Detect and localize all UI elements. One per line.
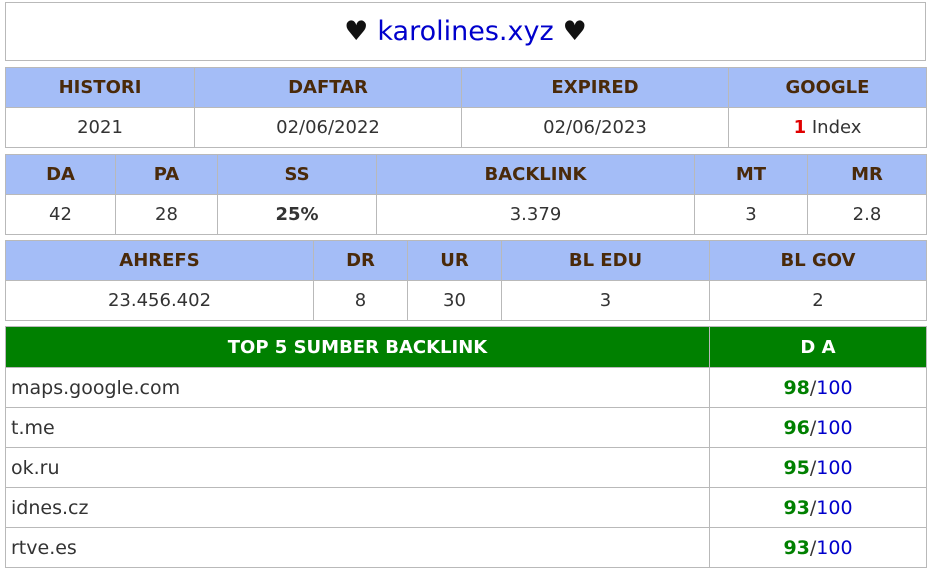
header-expired: EXPIRED bbox=[461, 67, 729, 108]
value-mt: 3 bbox=[694, 194, 808, 235]
value-ahrefs: 23.456.402 bbox=[5, 280, 314, 321]
header-bl-edu: BL EDU bbox=[501, 240, 710, 281]
header-histori: HISTORI bbox=[5, 67, 195, 108]
backlink-da: 93/100 bbox=[709, 527, 927, 568]
table-row: maps.google.com 98/100 bbox=[5, 367, 927, 408]
header-ur: UR bbox=[407, 240, 502, 281]
header-da-score: D A bbox=[709, 326, 927, 368]
table-row: t.me 96/100 bbox=[5, 407, 927, 448]
ahrefs-table: AHREFS DR UR BL EDU BL GOV 23.456.402 8 … bbox=[5, 240, 927, 321]
backlink-da: 98/100 bbox=[709, 367, 927, 408]
backlink-site: ok.ru bbox=[5, 447, 710, 488]
backlink-site: rtve.es bbox=[5, 527, 710, 568]
header-pa: PA bbox=[115, 154, 218, 195]
value-expired: 02/06/2023 bbox=[461, 107, 729, 148]
da-max: 100 bbox=[816, 496, 853, 519]
heart-icon: ♥ bbox=[562, 16, 587, 47]
value-dr: 8 bbox=[313, 280, 408, 321]
table-row: rtve.es 93/100 bbox=[5, 527, 927, 568]
header-backlink: BACKLINK bbox=[376, 154, 695, 195]
backlink-site: maps.google.com bbox=[5, 367, 710, 408]
table-row: idnes.cz 93/100 bbox=[5, 487, 927, 528]
heart-icon: ♥ bbox=[344, 16, 369, 47]
value-mr: 2.8 bbox=[807, 194, 927, 235]
da-max: 100 bbox=[816, 536, 853, 559]
backlink-da: 95/100 bbox=[709, 447, 927, 488]
value-bl-gov: 2 bbox=[709, 280, 927, 321]
header-bl-gov: BL GOV bbox=[709, 240, 927, 281]
value-bl-edu: 3 bbox=[501, 280, 710, 321]
value-ss: 25% bbox=[217, 194, 377, 235]
value-histori: 2021 bbox=[5, 107, 195, 148]
header-ss: SS bbox=[217, 154, 377, 195]
top-backlinks-table: TOP 5 SUMBER BACKLINK D A maps.google.co… bbox=[5, 326, 927, 568]
value-pa: 28 bbox=[115, 194, 218, 235]
da-value: 96 bbox=[783, 416, 810, 439]
da-max: 100 bbox=[816, 376, 853, 399]
table-row: ok.ru 95/100 bbox=[5, 447, 927, 488]
google-index-count: 1 bbox=[793, 117, 807, 138]
header-top-backlink: TOP 5 SUMBER BACKLINK bbox=[5, 326, 710, 368]
value-daftar: 02/06/2022 bbox=[194, 107, 462, 148]
site-title: ♥ karolines.xyz ♥ bbox=[5, 2, 926, 61]
domain-name: karolines.xyz bbox=[377, 16, 554, 47]
header-daftar: DAFTAR bbox=[194, 67, 462, 108]
value-backlink: 3.379 bbox=[376, 194, 695, 235]
backlink-site: t.me bbox=[5, 407, 710, 448]
domain-info-table: HISTORI DAFTAR EXPIRED GOOGLE 2021 02/06… bbox=[5, 67, 927, 148]
da-value: 98 bbox=[783, 376, 810, 399]
authority-table: DA PA SS BACKLINK MT MR 42 28 25% 3.379 … bbox=[5, 154, 927, 235]
da-value: 95 bbox=[783, 456, 810, 479]
backlink-da: 93/100 bbox=[709, 487, 927, 528]
da-value: 93 bbox=[783, 536, 810, 559]
value-google: 1 Index bbox=[728, 107, 927, 148]
header-google: GOOGLE bbox=[728, 67, 927, 108]
da-max: 100 bbox=[816, 456, 853, 479]
header-mr: MR bbox=[807, 154, 927, 195]
header-da: DA bbox=[5, 154, 116, 195]
value-da: 42 bbox=[5, 194, 116, 235]
da-max: 100 bbox=[816, 416, 853, 439]
header-mt: MT bbox=[694, 154, 808, 195]
backlink-da: 96/100 bbox=[709, 407, 927, 448]
da-value: 93 bbox=[783, 496, 810, 519]
google-index-label: Index bbox=[806, 117, 862, 138]
header-dr: DR bbox=[313, 240, 408, 281]
header-ahrefs: AHREFS bbox=[5, 240, 314, 281]
backlink-site: idnes.cz bbox=[5, 487, 710, 528]
value-ur: 30 bbox=[407, 280, 502, 321]
